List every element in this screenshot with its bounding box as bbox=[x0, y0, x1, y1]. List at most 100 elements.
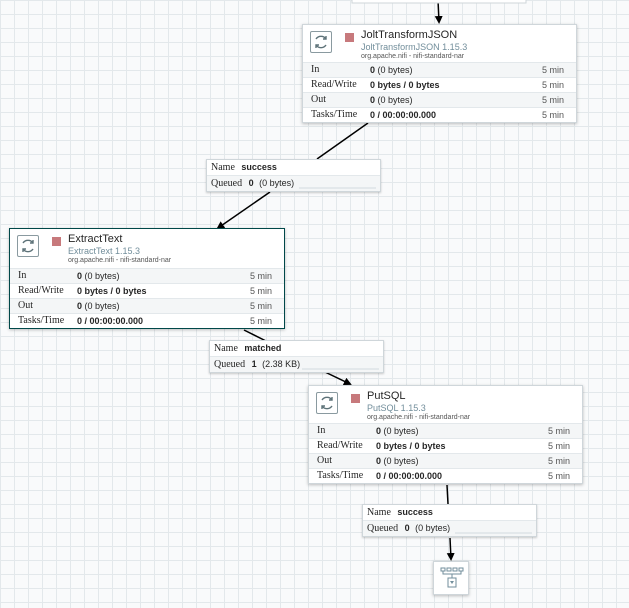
processor-icon bbox=[17, 235, 39, 257]
stat-label: In bbox=[311, 64, 320, 75]
stat-value-bold: 0 bytes / 0 bytes bbox=[370, 80, 440, 90]
stat-row-readwrite: Read/Write 0 bytes / 0 bytes 5 min bbox=[303, 77, 576, 92]
processor-stats: In 0 (0 bytes) 5 min Read/Write 0 bytes … bbox=[309, 423, 582, 483]
processor-bundle: org.apache.nifi - nifi-standard-nar bbox=[361, 53, 465, 60]
queued-count: 0 bbox=[248, 178, 254, 188]
connection-line-label-funnel[interactable] bbox=[446, 537, 455, 561]
queued-size: (0 bytes) bbox=[415, 523, 451, 533]
connection-queued-row: Queued 0 (0 bytes) bbox=[207, 175, 380, 191]
queue-bar bbox=[455, 532, 532, 534]
stat-count: 0 bbox=[77, 271, 83, 281]
stat-detail: (0 bytes) bbox=[84, 301, 120, 311]
processor-type: ExtractText 1.15.3 bbox=[68, 246, 141, 256]
connection-name-row: Name success bbox=[207, 160, 380, 175]
processor-icon bbox=[310, 31, 332, 53]
queue-bar bbox=[299, 187, 376, 189]
stat-row-out: Out 0 (0 bytes) 5 min bbox=[303, 92, 576, 107]
stat-value: 0 / 00:00:00.000 bbox=[370, 108, 436, 122]
connection-name-key: Name bbox=[211, 162, 235, 173]
stat-detail: (0 bytes) bbox=[377, 65, 413, 75]
stat-value: 0 bytes / 0 bytes bbox=[376, 439, 446, 453]
stat-label: Out bbox=[18, 300, 33, 311]
processor-name: JoltTransformJSON bbox=[361, 29, 458, 41]
processor-putsql[interactable]: PutSQL PutSQL 1.15.3 org.apache.nifi - n… bbox=[308, 385, 583, 484]
processor-extracttext[interactable]: ExtractText ExtractText 1.15.3 org.apach… bbox=[9, 228, 285, 329]
connection-line-jolt-label[interactable] bbox=[316, 122, 369, 160]
stat-window: 5 min bbox=[547, 456, 570, 466]
stat-label: Read/Write bbox=[311, 79, 357, 90]
stat-value: 0 (0 bytes) bbox=[376, 454, 419, 468]
stat-window: 5 min bbox=[541, 110, 564, 120]
connection-queued-key: Queued bbox=[211, 178, 243, 189]
stat-row-readwrite: Read/Write 0 bytes / 0 bytes 5 min bbox=[10, 283, 284, 298]
processor-icon bbox=[316, 392, 338, 414]
stat-detail: (0 bytes) bbox=[377, 95, 413, 105]
stat-value-bold: 0 / 00:00:00.000 bbox=[77, 316, 144, 326]
stat-row-tasks: Tasks/Time 0 / 00:00:00.000 5 min bbox=[309, 468, 582, 483]
stat-window: 5 min bbox=[249, 316, 272, 326]
upstream-processor-edge[interactable] bbox=[351, 0, 527, 4]
stat-label: In bbox=[18, 270, 27, 281]
queued-count: 0 bbox=[404, 523, 410, 533]
stat-value: 0 / 00:00:00.000 bbox=[77, 314, 143, 328]
stat-count: 0 bbox=[77, 301, 83, 311]
stat-value: 0 (0 bytes) bbox=[376, 424, 419, 438]
connection-name-row: Name success bbox=[363, 505, 536, 520]
connection-label-success-putsql[interactable]: Name success Queued 0 (0 bytes) bbox=[362, 504, 537, 537]
stat-label: In bbox=[317, 425, 326, 436]
stat-row-tasks: Tasks/Time 0 / 00:00:00.000 5 min bbox=[10, 313, 284, 328]
processor-header: JoltTransformJSON JoltTransformJSON 1.15… bbox=[303, 25, 576, 63]
stat-value: 0 (0 bytes) bbox=[370, 93, 413, 107]
stopped-status-icon[interactable] bbox=[351, 394, 360, 403]
stat-count: 0 bbox=[370, 65, 376, 75]
stat-detail: (0 bytes) bbox=[383, 426, 419, 436]
flow-canvas[interactable]: JoltTransformJSON JoltTransformJSON 1.15… bbox=[0, 0, 629, 608]
connection-line-label-putsql[interactable] bbox=[324, 371, 352, 386]
connection-label-success[interactable]: Name success Queued 0 (0 bytes) bbox=[206, 159, 381, 192]
stat-value: 0 (0 bytes) bbox=[77, 269, 120, 283]
processor-jolttransformjson[interactable]: JoltTransformJSON JoltTransformJSON 1.15… bbox=[302, 24, 577, 123]
processor-stats: In 0 (0 bytes) 5 min Read/Write 0 bytes … bbox=[10, 268, 284, 328]
stat-row-tasks: Tasks/Time 0 / 00:00:00.000 5 min bbox=[303, 107, 576, 122]
processor-name: ExtractText bbox=[68, 233, 123, 245]
stat-label: Tasks/Time bbox=[317, 470, 364, 481]
connection-line-putsql-label[interactable] bbox=[446, 484, 449, 505]
funnel[interactable] bbox=[433, 561, 469, 595]
connection-queued-key: Queued bbox=[214, 359, 246, 370]
connection-name-key: Name bbox=[214, 343, 238, 354]
stat-value: 0 bytes / 0 bytes bbox=[77, 284, 147, 298]
stat-window: 5 min bbox=[547, 471, 570, 481]
stat-window: 5 min bbox=[249, 301, 272, 311]
stat-window: 5 min bbox=[547, 441, 570, 451]
stat-value-bold: 0 / 00:00:00.000 bbox=[376, 471, 443, 481]
stat-value-bold: 0 / 00:00:00.000 bbox=[370, 110, 437, 120]
stat-value-bold: 0 bytes / 0 bytes bbox=[376, 441, 446, 451]
funnel-icon bbox=[440, 567, 464, 588]
stat-count: 0 bbox=[376, 456, 382, 466]
connection-queued-row: Queued 0 (0 bytes) bbox=[363, 520, 536, 536]
connection-label-matched[interactable]: Name matched Queued 1 (2.38 KB) bbox=[209, 340, 384, 373]
stat-count: 0 bbox=[376, 426, 382, 436]
stat-label: Read/Write bbox=[18, 285, 64, 296]
stat-label: Tasks/Time bbox=[18, 315, 65, 326]
stat-detail: (0 bytes) bbox=[383, 456, 419, 466]
stat-value-bold: 0 bytes / 0 bytes bbox=[77, 286, 147, 296]
connection-name-row: Name matched bbox=[210, 341, 383, 356]
queue-bar bbox=[302, 368, 379, 370]
connection-line-label-extract[interactable] bbox=[216, 191, 271, 230]
stat-row-in: In 0 (0 bytes) 5 min bbox=[303, 62, 576, 77]
stat-row-readwrite: Read/Write 0 bytes / 0 bytes 5 min bbox=[309, 438, 582, 453]
stopped-status-icon[interactable] bbox=[345, 33, 354, 42]
stopped-status-icon[interactable] bbox=[52, 237, 61, 246]
connection-name: success bbox=[397, 507, 433, 517]
processor-stats: In 0 (0 bytes) 5 min Read/Write 0 bytes … bbox=[303, 62, 576, 122]
stat-window: 5 min bbox=[547, 426, 570, 436]
queued-count: 1 bbox=[251, 359, 257, 369]
connection-name: matched bbox=[244, 343, 282, 353]
stat-row-out: Out 0 (0 bytes) 5 min bbox=[10, 298, 284, 313]
queued-size: (2.38 KB) bbox=[262, 359, 301, 369]
stat-window: 5 min bbox=[249, 271, 272, 281]
stat-detail: (0 bytes) bbox=[84, 271, 120, 281]
stat-value: 0 (0 bytes) bbox=[77, 299, 120, 313]
processor-header: ExtractText ExtractText 1.15.3 org.apach… bbox=[10, 229, 284, 267]
